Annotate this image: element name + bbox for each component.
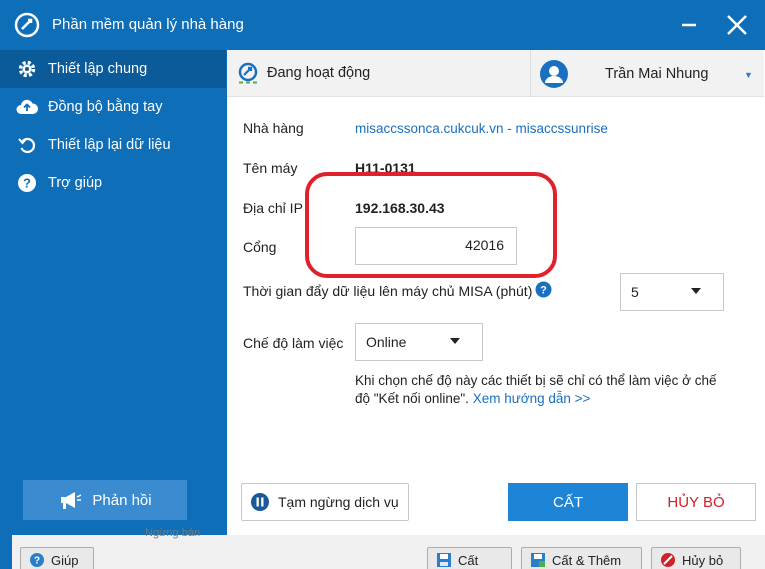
help-button[interactable]: ? Giúp [20, 547, 94, 569]
divider [530, 50, 531, 97]
status-bar: Đang hoạt động Trần Mai Nhung ▼ [227, 50, 764, 97]
sidebar-item-reset-data[interactable]: Thiết lập lại dữ liệu [0, 126, 226, 164]
window-title: Phần mềm quản lý nhà hàng [52, 16, 244, 33]
chevron-down-icon: ▼ [744, 70, 753, 80]
feedback-label: Phản hồi [92, 491, 152, 509]
question-icon[interactable]: ? [535, 281, 552, 298]
ip-address-label: Địa chỉ IP [243, 200, 303, 216]
work-mode-dropdown[interactable]: Online [355, 323, 483, 361]
app-logo-icon [14, 12, 40, 38]
svg-text:?: ? [540, 285, 547, 297]
svg-text:?: ? [34, 556, 40, 567]
floppy-disk-plus-icon [531, 553, 545, 567]
bg-cancel-button[interactable]: Hủy bỏ [651, 547, 741, 569]
work-mode-info: Khi chọn chế độ này các thiết bị sẽ chỉ … [355, 372, 735, 408]
sidebar: Thiết lập chung Đồng bộ bằng tay Thiết l… [0, 50, 226, 535]
cloud-upload-icon [16, 96, 38, 118]
svg-text:?: ? [23, 176, 31, 191]
bg-cancel-label: Hủy bỏ [682, 552, 724, 568]
background-window-edge [0, 535, 12, 569]
work-mode-value: Online [366, 334, 407, 350]
floppy-disk-icon [437, 553, 451, 567]
sidebar-item-manual-sync[interactable]: Đồng bộ bằng tay [0, 88, 226, 126]
save-and-add-button[interactable]: Cất & Thêm [521, 547, 642, 569]
cancel-icon [661, 553, 675, 567]
push-interval-label: Thời gian đẩy dữ liệu lên máy chủ MISA (… [243, 283, 533, 299]
push-interval-value: 5 [631, 284, 639, 300]
help-icon: ? [30, 553, 44, 567]
user-menu[interactable]: Trần Mai Nhung ▼ [539, 59, 753, 89]
pause-icon [251, 493, 269, 511]
red-highlight-circle [305, 172, 557, 278]
cancel-button[interactable]: HỦY BỎ [636, 483, 756, 521]
restaurant-link[interactable]: misaccssonca.cukcuk.vn - misaccssunrise [355, 121, 608, 136]
push-interval-dropdown[interactable]: 5 [620, 273, 724, 311]
undo-icon [16, 134, 38, 156]
close-icon[interactable] [722, 10, 752, 40]
minimize-icon[interactable] [675, 10, 703, 38]
megaphone-icon [61, 492, 82, 509]
caret-down-icon [691, 288, 701, 294]
restaurant-label: Nhà hàng [243, 120, 304, 136]
sidebar-item-label: Thiết lập lại dữ liệu [48, 137, 171, 153]
help-button-label: Giúp [51, 552, 79, 568]
background-window-toolbar: Ngừng bán ? Giúp Cất Cất & Thêm Hủy bỏ [0, 527, 765, 569]
save-and-add-label: Cất & Thêm [552, 552, 622, 568]
sidebar-item-label: Trợ giúp [48, 175, 103, 191]
guide-link[interactable]: Xem hướng dẫn >> [473, 391, 591, 406]
background-ghost-text: Ngừng bán [145, 527, 201, 539]
machine-name-label: Tên máy [243, 160, 298, 176]
status-text: Đang hoạt động [267, 65, 371, 81]
title-bar: Phần mềm quản lý nhà hàng [0, 0, 765, 50]
save-button[interactable]: CẤT [508, 483, 628, 521]
user-name: Trần Mai Nhung [605, 66, 709, 82]
feedback-button[interactable]: Phản hồi [23, 480, 187, 520]
service-status-icon [238, 62, 258, 84]
sidebar-item-label: Đồng bộ bằng tay [48, 99, 163, 115]
sidebar-item-help[interactable]: ? Trợ giúp [0, 164, 226, 202]
help-icon: ? [16, 172, 38, 194]
port-label: Cổng [243, 239, 277, 255]
bg-save-label: Cất [458, 552, 479, 568]
work-mode-label: Chế độ làm việc [243, 335, 344, 351]
pause-service-button[interactable]: Tạm ngừng dịch vụ [241, 483, 409, 521]
pause-service-label: Tạm ngừng dịch vụ [278, 494, 399, 510]
sidebar-item-general-settings[interactable]: Thiết lập chung [0, 50, 226, 88]
gear-icon [16, 58, 38, 80]
main-panel: Đang hoạt động Trần Mai Nhung ▼ Nhà hàng… [226, 50, 765, 535]
bg-save-button[interactable]: Cất [427, 547, 512, 569]
user-avatar-icon [540, 60, 568, 88]
sidebar-item-label: Thiết lập chung [48, 61, 148, 77]
caret-down-icon [450, 338, 460, 344]
service-status: Đang hoạt động [237, 62, 370, 84]
